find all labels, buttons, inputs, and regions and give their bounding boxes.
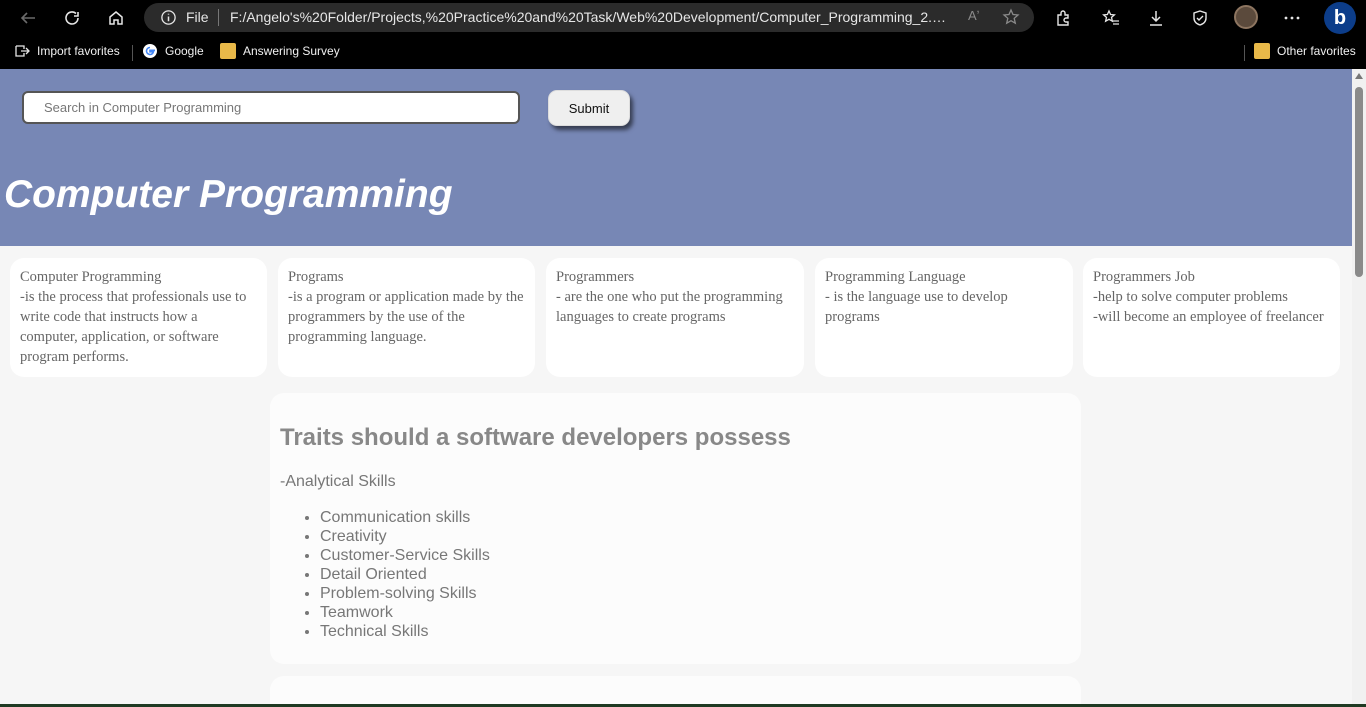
- list-item: Detail Oriented: [320, 565, 1071, 584]
- home-icon: [109, 11, 123, 25]
- list-item: Creativity: [320, 527, 1071, 546]
- address-separator: [218, 9, 219, 26]
- hero-banner: Submit Computer Programming: [0, 69, 1352, 246]
- vertical-scrollbar[interactable]: [1352, 69, 1366, 707]
- next-panel: [270, 676, 1081, 707]
- back-button[interactable]: [14, 4, 42, 32]
- browser-essentials-button[interactable]: [1187, 5, 1213, 31]
- other-favorites-label: Other favorites: [1277, 44, 1356, 58]
- list-item: Problem-solving Skills: [320, 584, 1071, 603]
- card-text: -is the process that professionals use t…: [20, 289, 247, 365]
- card-text: -help to solve computer problems: [1093, 289, 1288, 305]
- favorite-google[interactable]: Google: [142, 41, 204, 61]
- card-title: Programming Language: [825, 269, 966, 285]
- bing-copilot-icon[interactable]: b: [1324, 2, 1356, 34]
- scroll-up-icon[interactable]: [1355, 73, 1363, 79]
- settings-more-button[interactable]: [1279, 5, 1305, 31]
- search-input[interactable]: [22, 91, 520, 124]
- card-title: Programmers: [556, 269, 635, 285]
- favorite-import-label: Import favorites: [37, 44, 120, 58]
- shield-heart-icon: [1193, 10, 1207, 26]
- puzzle-icon: [1057, 10, 1069, 26]
- list-item: Technical Skills: [320, 622, 1071, 641]
- read-aloud-icon[interactable]: Aʼ: [968, 8, 980, 23]
- page-content: Submit Computer Programming Computer Pro…: [0, 69, 1352, 707]
- favorites-icon: [1102, 9, 1119, 25]
- add-favorite-icon[interactable]: [1002, 8, 1020, 26]
- card-programming-language: Programming Language - is the language u…: [815, 258, 1073, 377]
- card-title: Programs: [288, 269, 344, 285]
- card-text: - are the one who put the programming la…: [556, 289, 783, 325]
- favorites-divider: [132, 45, 133, 61]
- favorites-divider: [1244, 45, 1245, 61]
- home-button[interactable]: [102, 4, 130, 32]
- address-scheme: File: [186, 9, 209, 25]
- traits-list: Communication skills Creativity Customer…: [320, 508, 1071, 641]
- favorites-bar: Import favorites Google Answering Survey…: [0, 37, 1366, 65]
- info-icon[interactable]: [160, 9, 177, 26]
- scrollbar-thumb[interactable]: [1355, 87, 1363, 277]
- list-item: Teamwork: [320, 603, 1071, 622]
- refresh-button[interactable]: [58, 4, 86, 32]
- extensions-button[interactable]: [1050, 5, 1076, 31]
- card-title: Computer Programming: [20, 269, 162, 285]
- refresh-icon: [65, 11, 79, 25]
- download-icon: [1150, 11, 1162, 26]
- card-programmers: Programmers - are the one who put the pr…: [546, 258, 804, 377]
- card-computer-programming: Computer Programming -is the process tha…: [10, 258, 267, 377]
- card-text: -will become an employee of freelancer: [1093, 309, 1324, 325]
- downloads-button[interactable]: [1143, 5, 1169, 31]
- submit-button[interactable]: Submit: [548, 90, 630, 126]
- address-bar[interactable]: File F:/Angelo's%20Folder/Projects,%20Pr…: [144, 3, 1034, 32]
- google-icon: [143, 44, 157, 58]
- favorite-answering-survey-label: Answering Survey: [243, 44, 340, 58]
- traits-lead: -Analytical Skills: [280, 473, 396, 490]
- browser-chrome: File F:/Angelo's%20Folder/Projects,%20Pr…: [0, 0, 1366, 69]
- traits-panel: Traits should a software developers poss…: [270, 393, 1081, 664]
- favorite-import[interactable]: Import favorites: [14, 41, 120, 61]
- card-programmers-job: Programmers Job -help to solve computer …: [1083, 258, 1340, 377]
- profile-avatar[interactable]: [1234, 5, 1258, 29]
- card-title: Programmers Job: [1093, 269, 1195, 285]
- card-programs: Programs -is a program or application ma…: [278, 258, 535, 377]
- back-arrow-icon: [20, 12, 35, 24]
- address-url[interactable]: F:/Angelo's%20Folder/Projects,%20Practic…: [230, 9, 950, 25]
- favorite-google-label: Google: [165, 44, 204, 58]
- card-text: - is the language use to develop program…: [825, 289, 1008, 325]
- page-title: Computer Programming: [4, 173, 453, 216]
- favorite-answering-survey[interactable]: Answering Survey: [220, 41, 340, 61]
- import-icon: [15, 45, 30, 57]
- list-item: Customer-Service Skills: [320, 546, 1071, 565]
- card-text: -is a program or application made by the…: [288, 289, 524, 345]
- traits-heading: Traits should a software developers poss…: [280, 424, 791, 451]
- browser-toolbar: File F:/Angelo's%20Folder/Projects,%20Pr…: [0, 0, 1366, 36]
- favorite-other[interactable]: Other favorites: [1254, 41, 1356, 61]
- more-icon: [1284, 16, 1300, 20]
- folder-icon: [1254, 43, 1270, 59]
- list-item: Communication skills: [320, 508, 1071, 527]
- favorites-button[interactable]: [1098, 5, 1124, 31]
- folder-icon: [220, 43, 236, 59]
